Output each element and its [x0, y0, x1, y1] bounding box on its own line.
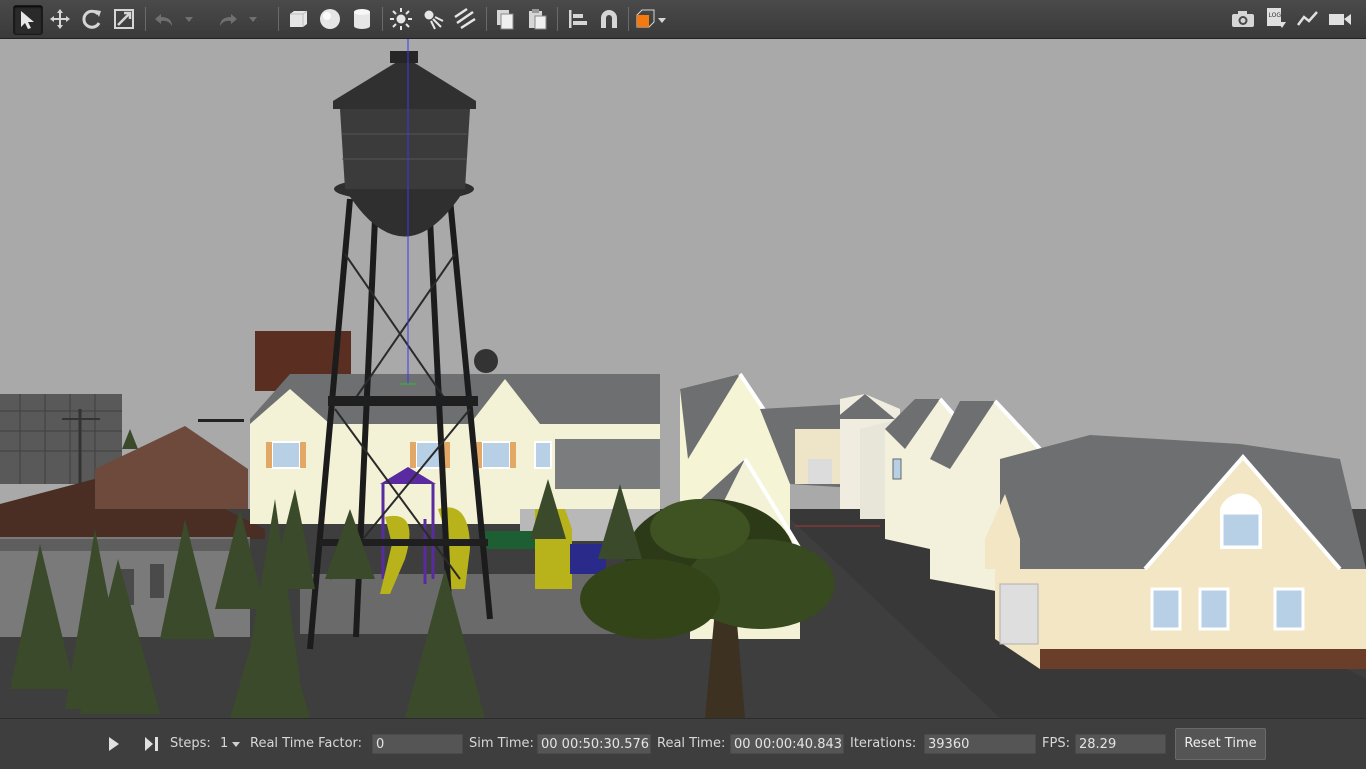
sim-time-label: Sim Time: — [469, 736, 534, 751]
plot-button[interactable] — [1294, 5, 1322, 33]
align-icon — [569, 10, 587, 28]
redo-history-button[interactable] — [246, 5, 260, 33]
steps-spinbox[interactable]: 1 — [220, 736, 241, 751]
play-button[interactable] — [107, 735, 121, 757]
3d-viewport[interactable] — [0, 39, 1366, 718]
sphere-shape-icon — [320, 9, 340, 29]
sim-time-field: 00 00:50:30.576 — [537, 734, 651, 754]
snap-magnet-icon — [601, 10, 617, 28]
step-icon — [145, 737, 158, 751]
copy-icon — [497, 10, 514, 30]
play-icon — [109, 737, 119, 751]
sphere-shape-button[interactable] — [316, 5, 344, 33]
view-angle-button[interactable] — [633, 5, 669, 33]
chevron-down-icon — [232, 741, 241, 747]
real-time-label: Real Time: — [657, 736, 726, 751]
translate-mode-button[interactable] — [46, 5, 74, 33]
scale-mode-button[interactable] — [110, 5, 138, 33]
fps-label: FPS: — [1042, 736, 1070, 751]
status-bar: Steps: 1 Real Time Factor: 0 Sim Time: 0… — [0, 718, 1366, 769]
point-light-icon — [390, 8, 412, 30]
real-time-factor-field: 0 — [372, 734, 463, 754]
rendered-scene — [0, 39, 1366, 718]
steps-value: 1 — [220, 736, 229, 751]
plot-icon — [1297, 11, 1318, 26]
paste-button[interactable] — [523, 5, 551, 33]
video-record-button[interactable] — [1326, 5, 1354, 33]
fps-field: 28.29 — [1075, 734, 1166, 754]
directional-light-button[interactable] — [451, 5, 479, 33]
undo-icon — [155, 14, 172, 26]
real-time-field: 00 00:00:40.843 — [730, 734, 844, 754]
reset-time-button[interactable]: Reset Time — [1175, 728, 1266, 760]
video-record-icon — [1329, 14, 1351, 25]
screenshot-camera-icon — [1232, 11, 1254, 27]
house-right-front — [985, 435, 1366, 669]
align-button[interactable] — [563, 5, 591, 33]
screenshot-button[interactable] — [1229, 5, 1257, 33]
point-light-button[interactable] — [387, 5, 415, 33]
spot-light-button[interactable] — [419, 5, 447, 33]
spot-light-icon — [424, 10, 444, 30]
undo-history-button[interactable] — [182, 5, 196, 33]
rotate-mode-button[interactable] — [78, 5, 106, 33]
real-time-factor-label: Real Time Factor: — [250, 736, 363, 751]
cylinder-shape-icon — [354, 9, 370, 29]
undo-history-chevron-icon — [185, 17, 193, 22]
paste-icon — [529, 9, 547, 30]
view-angle-icon — [636, 9, 666, 28]
rotate-mode-icon — [82, 9, 101, 29]
directional-light-icon — [454, 7, 476, 30]
translate-mode-icon — [50, 9, 70, 29]
scale-mode-icon — [114, 9, 134, 29]
redo-icon — [220, 14, 237, 26]
select-mode-button[interactable] — [13, 5, 43, 35]
step-button[interactable] — [143, 735, 161, 757]
log-button[interactable]: LOG — [1262, 5, 1290, 33]
steps-label: Steps: — [170, 736, 211, 751]
undo-button[interactable] — [150, 5, 178, 33]
snap-button[interactable] — [595, 5, 623, 33]
log-icon: LOG — [1267, 8, 1286, 28]
iterations-field: 39360 — [924, 734, 1036, 754]
svg-text:LOG: LOG — [1269, 12, 1282, 19]
redo-history-chevron-icon — [249, 17, 257, 22]
box-shape-icon — [290, 10, 308, 27]
toolbar: LOG — [0, 0, 1366, 39]
redo-button[interactable] — [214, 5, 242, 33]
box-shape-button[interactable] — [284, 5, 312, 33]
copy-button[interactable] — [491, 5, 519, 33]
iterations-label: Iterations: — [850, 736, 917, 751]
cylinder-shape-button[interactable] — [348, 5, 376, 33]
select-mode-icon — [21, 11, 34, 29]
